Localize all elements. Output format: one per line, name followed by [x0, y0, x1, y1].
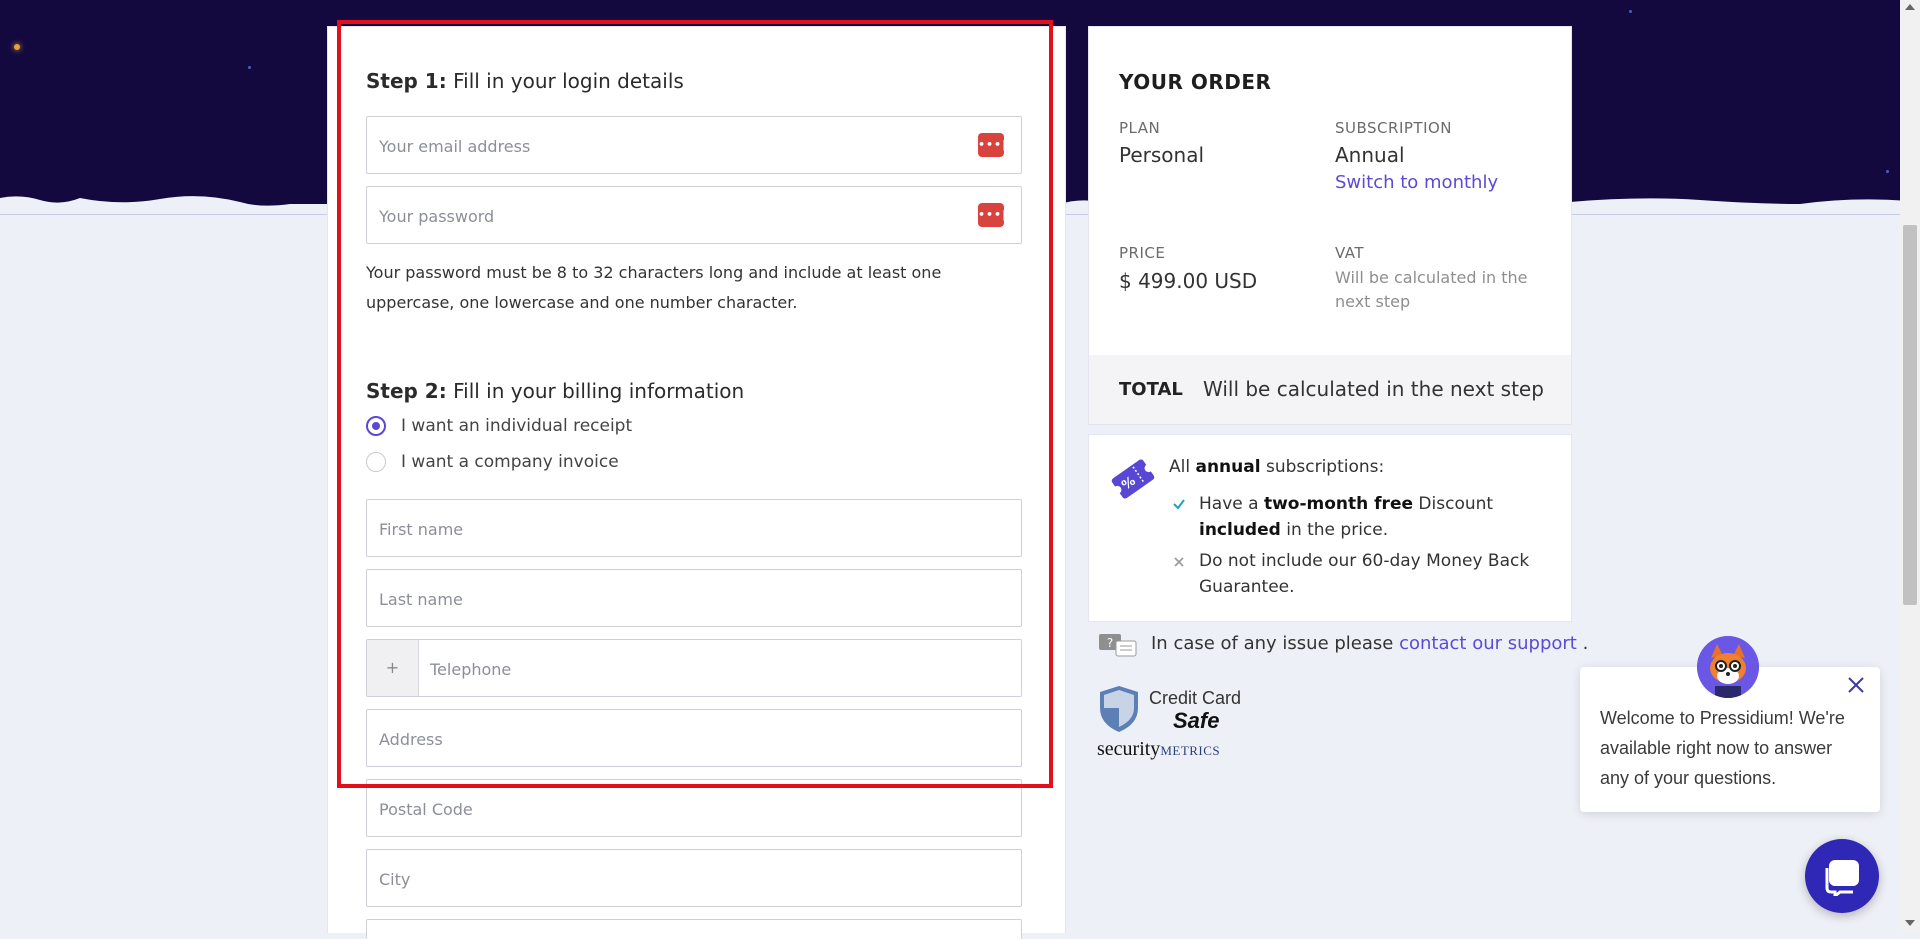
password-field[interactable]: •••| [366, 186, 1022, 245]
postal-code-field[interactable] [366, 779, 1022, 838]
password-manager-icon[interactable]: •••| [978, 203, 1006, 227]
price-value: $ 499.00 USD [1119, 269, 1258, 293]
promo-included: included [1199, 520, 1281, 540]
last-name-input[interactable] [377, 570, 971, 628]
close-icon[interactable] [1845, 674, 1867, 696]
last-name-field[interactable] [366, 569, 1022, 628]
postal-code-input[interactable] [377, 780, 971, 838]
promo-discount: Discount [1418, 494, 1494, 514]
support-text: In case of any issue please [1151, 633, 1394, 654]
star-decoration [248, 66, 251, 69]
promo-drawback: Do not include our 60-day Money Back Gua… [1199, 551, 1530, 597]
chat-welcome-message: Welcome to Pressidium! We're available r… [1600, 708, 1845, 788]
first-name-field[interactable] [366, 499, 1022, 558]
promo-all: All [1169, 457, 1191, 477]
password-input[interactable] [377, 187, 971, 245]
chat-bubble-icon [1825, 860, 1859, 896]
country-field[interactable] [366, 919, 1022, 939]
telephone-field[interactable]: + [366, 639, 1022, 698]
total-value: Will be calculated in the next step [1203, 377, 1544, 401]
telephone-prefix[interactable]: + [367, 640, 419, 696]
contact-support-link[interactable]: contact our support [1399, 633, 1577, 654]
promo-heading: All annual subscriptions: [1169, 454, 1384, 480]
radio-button[interactable] [366, 452, 386, 472]
password-hint: Your password must be 8 to 32 characters… [366, 263, 942, 312]
support-chat-icon: ? [1099, 634, 1137, 657]
vat-note: Will be calculated in the next step [1335, 268, 1528, 311]
star-decoration [1629, 10, 1632, 13]
address-field[interactable] [366, 709, 1022, 768]
step2-title: Fill in your billing information [453, 379, 745, 403]
credit-card-text: Credit Card [1149, 688, 1242, 708]
city-field[interactable] [366, 849, 1022, 908]
vat-label: VAT [1335, 244, 1365, 262]
star-decoration [1886, 170, 1889, 173]
subscription-value: Annual [1335, 143, 1405, 167]
chat-agent-avatar [1697, 636, 1759, 698]
switch-to-monthly-link[interactable]: Switch to monthly [1335, 172, 1498, 193]
scroll-down-icon[interactable] [1905, 920, 1915, 926]
security-metrics-brand: securityMETRICS [1097, 738, 1220, 761]
radio-individual-label: I want an individual receipt [401, 416, 633, 436]
email-input[interactable] [377, 117, 971, 175]
step2-heading: Step 2: Fill in your billing information [366, 379, 744, 403]
promo-annual: annual [1195, 457, 1261, 477]
radio-button-selected[interactable] [366, 416, 386, 436]
safe-text: Safe [1173, 708, 1220, 733]
scroll-up-icon[interactable] [1905, 4, 1915, 10]
telephone-input[interactable] [428, 640, 1022, 698]
password-manager-icon[interactable]: •••| [978, 133, 1006, 157]
step1-heading: Step 1: Fill in your login details [366, 69, 684, 93]
brand-metrics: METRICS [1160, 743, 1221, 758]
price-label: PRICE [1119, 244, 1166, 262]
email-field[interactable]: •••| [366, 116, 1022, 175]
promo-benefit: Have a two-month free Discount included … [1199, 491, 1529, 543]
shield-icon [1100, 686, 1138, 732]
promo-subscriptions: subscriptions: [1265, 457, 1385, 477]
step1-title: Fill in your login details [453, 69, 684, 93]
scrollbar-thumb[interactable] [1903, 225, 1917, 605]
plan-label: PLAN [1119, 119, 1161, 137]
promo-two-month-free: two-month free [1263, 494, 1414, 514]
promo-in-the-price: in the price. [1286, 520, 1389, 540]
first-name-input[interactable] [377, 500, 971, 558]
fox-mascot-icon [1697, 636, 1759, 698]
plan-value: Personal [1119, 143, 1205, 167]
check-icon [1173, 499, 1185, 510]
promo-have-a: Have a [1199, 494, 1259, 514]
star-decoration [14, 44, 20, 50]
subscription-label: SUBSCRIPTION [1335, 119, 1453, 137]
step1-prefix: Step 1: [366, 69, 447, 93]
radio-company-label: I want a company invoice [401, 452, 619, 472]
city-input[interactable] [377, 850, 971, 908]
support-line: In case of any issue please contact our … [1151, 633, 1588, 654]
address-input[interactable] [377, 710, 971, 768]
cross-icon [1174, 557, 1184, 567]
order-title: YOUR ORDER [1119, 70, 1272, 94]
security-metrics-logo: Credit Card Safe securityMETRICS [1096, 682, 1246, 764]
brand-security: security [1097, 738, 1161, 760]
total-label: TOTAL [1119, 379, 1183, 400]
discount-ticket-icon: % [1111, 459, 1155, 499]
step2-prefix: Step 2: [366, 379, 447, 403]
support-end: . [1582, 633, 1589, 654]
svg-text:?: ? [1107, 636, 1113, 650]
chat-launcher-button[interactable] [1805, 839, 1879, 913]
